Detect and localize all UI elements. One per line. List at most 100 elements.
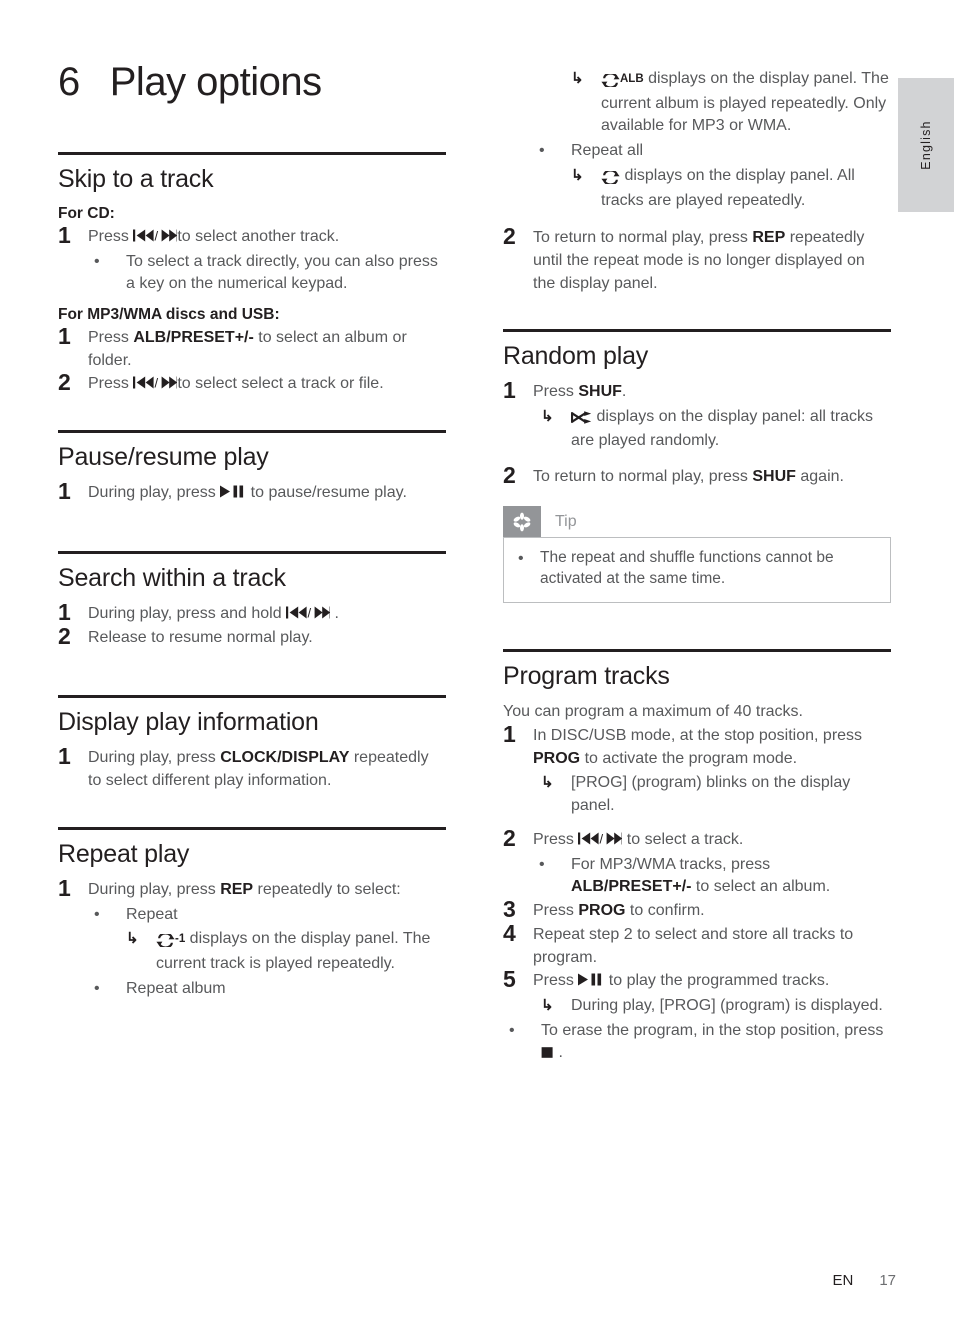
step-text-pre: Press (88, 227, 134, 245)
footer-page-number: 17 (879, 1272, 896, 1289)
step-text-post: to confirm. (625, 902, 705, 920)
bullet-marker: • (539, 142, 545, 160)
key-label: SHUF (752, 467, 796, 485)
arrow-icon: ↳ (571, 70, 584, 87)
stop-icon (541, 1043, 554, 1066)
step-text-post: to pause/resume play. (246, 484, 407, 502)
bullet-item: • Repeat (88, 904, 446, 927)
section-rule (58, 826, 446, 830)
bullet-marker: • (539, 855, 545, 873)
step-item: 1 During play, press REP repeatedly to s… (58, 875, 446, 902)
step-text-pre: During play, press (88, 749, 221, 767)
subheading-for-mp3-wma: For MP3/WMA discs and USB: (58, 306, 280, 324)
bullet-item: • To erase the program, in the stop posi… (503, 1020, 891, 1066)
svg-text:/: / (155, 376, 159, 389)
key-label: PROG (533, 749, 581, 767)
step-text: To return to normal play, press SHUF aga… (533, 466, 891, 489)
section-rule (58, 695, 446, 699)
result-text: During play, [PROG] (program) is display… (571, 996, 883, 1014)
section-rule (58, 550, 446, 554)
prev-next-track-icon: / (133, 376, 178, 389)
chapter-title: Play options (109, 60, 322, 104)
svg-text:/: / (155, 229, 159, 242)
key-label: REP (752, 229, 786, 247)
tip-box: Tip • The repeat and shuffle functions c… (503, 506, 891, 604)
step-text-pre: During play, press (88, 880, 221, 898)
key-label: ALB/PRESET+/- (571, 878, 692, 896)
step-text-post: to activate the program mode. (580, 749, 798, 767)
chapter-number: 6 (58, 60, 80, 104)
bullet-item: • Repeat album (88, 978, 446, 1001)
step-text: Press ALB/PRESET+/- to select an album o… (88, 327, 446, 372)
bullet-item: • The repeat and shuffle functions canno… (516, 548, 878, 590)
bullet-text: For MP3/WMA tracks, press ALB/PRESET+/- … (571, 854, 891, 899)
bullet-text: To select a track directly, you can also… (126, 252, 438, 293)
language-tab-label: English (919, 120, 933, 170)
section-rule (503, 329, 891, 333)
play-pause-icon (220, 485, 246, 498)
section-title-display-play-information: Display play information (58, 708, 319, 737)
step-number: 1 (58, 478, 71, 505)
asterisk-icon (503, 506, 541, 538)
section-title-repeat-play: Repeat play (58, 839, 190, 868)
bullet-item: • Repeat all (533, 140, 891, 163)
step-text-pre: In DISC/USB mode, at the stop position, … (533, 726, 863, 744)
step-text: During play, press REP repeatedly to sel… (88, 879, 446, 902)
step-number: 4 (503, 919, 516, 946)
chapter-heading: 6 Play options (58, 62, 322, 102)
section-rule (503, 649, 891, 653)
section-title-program-tracks: Program tracks (503, 662, 670, 691)
result-item: ↳ During play, [PROG] (program) is displ… (541, 995, 891, 1018)
section-title-random-play: Random play (503, 342, 649, 371)
bullet-item: • To select a track directly, you can al… (88, 251, 446, 296)
bullet-text-post: to select an album. (691, 878, 831, 896)
step-text: Press / to select select a track or file. (88, 373, 446, 396)
step-text-pre: To return to normal play, press (533, 467, 753, 485)
step-text: Repeat step 2 to select and store all tr… (533, 925, 854, 966)
arrow-icon: ↳ (571, 166, 584, 184)
step-item: 1 Press / to select another track. (58, 222, 446, 249)
key-label: ALB/PRESET+/- (133, 329, 254, 347)
step-item: 5 Press to play the programmed tracks. (503, 966, 891, 993)
key-label: SHUF (578, 383, 622, 401)
step-item: 1 During play, press to pause/resume pla… (58, 478, 446, 505)
svg-text:/: / (308, 606, 312, 619)
step-number: 1 (503, 377, 516, 404)
step-item: 3 Press PROG to confirm. (503, 896, 891, 923)
bullet-text-pre: To erase the program, in the stop positi… (541, 1021, 884, 1039)
result-text: -1 displays on the display panel. The cu… (156, 928, 446, 975)
section-title-skip-to-a-track: Skip to a track (58, 165, 214, 193)
arrow-icon: ↳ (126, 930, 139, 948)
play-pause-icon (578, 973, 604, 986)
section-title-search-within-a-track: Search within a track (58, 563, 286, 592)
repeat-icon (156, 930, 175, 953)
step-number: 1 (58, 743, 71, 770)
section-rule (58, 152, 446, 155)
bullet-text: Repeat (126, 905, 178, 923)
step-number: 2 (503, 223, 516, 250)
step-text-post: to select a track. (622, 830, 744, 848)
repeat-icon (601, 70, 620, 93)
tip-text: The repeat and shuffle functions cannot … (540, 549, 834, 588)
key-label: REP (220, 880, 254, 898)
tip-content: • The repeat and shuffle functions canno… (503, 537, 891, 604)
step-text: Press PROG to confirm. (533, 900, 891, 923)
result-detail: displays on the display panel: all track… (571, 408, 874, 449)
step-number: 2 (58, 369, 71, 396)
subheading-for-cd: For CD: (58, 205, 115, 222)
bullet-marker: • (94, 252, 100, 270)
step-number: 1 (58, 598, 71, 625)
step-number: 2 (503, 824, 516, 851)
program-intro: You can program a maximum of 40 tracks. (503, 703, 803, 721)
step-text: Release to resume normal play. (88, 628, 313, 646)
prev-next-track-icon: / (133, 229, 178, 242)
step-number: 2 (58, 622, 71, 649)
step-text: To return to normal play, press REP repe… (533, 227, 891, 295)
bullet-marker: • (94, 979, 100, 997)
step-text: In DISC/USB mode, at the stop position, … (533, 725, 891, 770)
step-text: Press / to select a track. (533, 829, 891, 852)
step-item: 1 Press SHUF. (503, 377, 891, 404)
step-text-pre: To return to normal play, press (533, 229, 753, 247)
step-text: Press SHUF. (533, 381, 891, 404)
step-number: 5 (503, 966, 516, 993)
